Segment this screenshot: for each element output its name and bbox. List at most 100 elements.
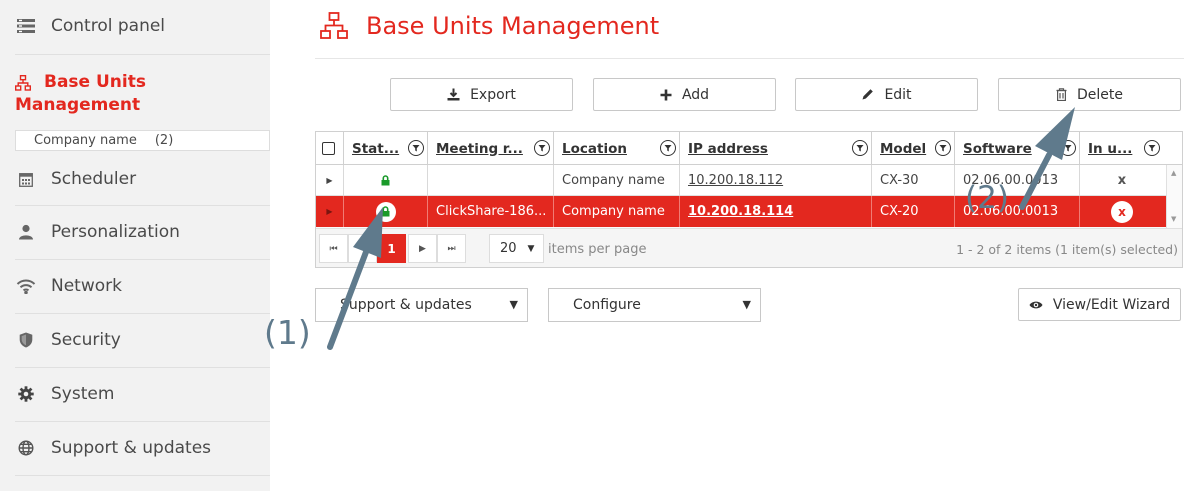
calendar-icon xyxy=(15,172,37,187)
column-header-location[interactable]: Location xyxy=(554,132,680,165)
table-row-selected[interactable]: ▶ ClickShare-186... Company name 10.200.… xyxy=(316,196,1182,227)
status-cell xyxy=(344,196,428,227)
title-divider xyxy=(315,58,1184,59)
row-expand[interactable]: ▶ xyxy=(316,196,344,227)
caret-right-icon: ▶ xyxy=(326,207,333,216)
column-title: Meeting r... xyxy=(436,140,523,157)
row-expand[interactable]: ▶ xyxy=(316,165,344,196)
sidebar-item-base-units[interactable]: Base Units Management xyxy=(15,71,265,117)
wizard-label: View/Edit Wizard xyxy=(1052,296,1171,313)
sidebar: Control panel Base Units Management Comp… xyxy=(0,0,270,491)
column-header-status[interactable]: Stat... xyxy=(344,132,428,165)
location-cell: Company name xyxy=(554,165,680,196)
meeting-room-cell xyxy=(428,165,554,196)
meeting-room-cell: ClickShare-186... xyxy=(428,196,554,227)
trash-icon xyxy=(1056,88,1067,101)
sidebar-item-personalization[interactable]: Personalization xyxy=(15,222,270,242)
edit-label: Edit xyxy=(884,86,912,103)
wifi-icon xyxy=(15,279,37,294)
page-size-value: 20 xyxy=(500,241,517,256)
delete-button[interactable]: Delete xyxy=(998,78,1181,111)
column-title: In u... xyxy=(1088,140,1133,157)
download-icon xyxy=(447,88,460,101)
gear-icon xyxy=(15,386,37,402)
per-page-label: items per page xyxy=(548,242,647,257)
grid-scrollbar[interactable]: ▲ ▼ xyxy=(1166,165,1182,228)
caret-right-icon: ▶ xyxy=(326,176,333,185)
model-cell: CX-20 xyxy=(872,196,955,227)
add-label: Add xyxy=(681,86,710,103)
close-icon: x xyxy=(1111,200,1133,223)
subitem-count: (2) xyxy=(154,133,174,148)
next-page-button[interactable]: ▶ xyxy=(408,234,437,263)
column-header-in-use[interactable]: In u... xyxy=(1080,132,1164,165)
sidebar-item-label: Network xyxy=(51,276,122,296)
in-use-cell: x xyxy=(1080,165,1164,196)
eye-icon xyxy=(1029,300,1043,310)
filter-icon[interactable] xyxy=(534,140,550,156)
sidebar-item-network[interactable]: Network xyxy=(15,276,270,296)
sidebar-item-label: System xyxy=(51,384,115,404)
plus-icon xyxy=(660,89,672,101)
filter-icon[interactable] xyxy=(935,140,951,156)
sidebar-item-label: Scheduler xyxy=(51,169,137,189)
support-updates-dropdown[interactable]: Support & updates ▼ xyxy=(315,288,528,322)
location-cell: Company name xyxy=(554,196,680,227)
select-all-checkbox[interactable] xyxy=(322,142,335,155)
sidebar-subitem-company[interactable]: Company name (2) xyxy=(15,130,270,151)
column-header-software[interactable]: Software xyxy=(955,132,1080,165)
network-tree-icon xyxy=(15,74,31,91)
delete-label: Delete xyxy=(1077,86,1123,103)
select-all-cell xyxy=(316,132,344,165)
column-header-ip-address[interactable]: IP address xyxy=(680,132,872,165)
sidebar-item-control-panel[interactable]: Control panel xyxy=(15,16,270,36)
prev-page-button[interactable]: ◀ xyxy=(348,234,377,263)
sidebar-item-system[interactable]: System xyxy=(15,384,270,404)
view-edit-wizard-button[interactable]: View/Edit Wizard xyxy=(1018,288,1181,321)
chevron-down-icon: ▼ xyxy=(527,243,535,254)
model-cell: CX-30 xyxy=(872,165,955,196)
in-use-cell: x xyxy=(1080,196,1164,227)
edit-button[interactable]: Edit xyxy=(795,78,978,111)
current-page-button[interactable]: 1 xyxy=(377,234,406,263)
table-row[interactable]: ▶ Company name 10.200.18.112 CX-30 02.06… xyxy=(316,165,1182,196)
filter-icon[interactable] xyxy=(1060,140,1076,156)
subitem-label: Company name xyxy=(34,133,137,148)
column-header-meeting-room[interactable]: Meeting r... xyxy=(428,132,554,165)
column-header-model[interactable]: Model xyxy=(872,132,955,165)
column-title: Stat... xyxy=(352,140,400,157)
scroll-down-icon[interactable]: ▼ xyxy=(1171,215,1176,223)
sidebar-item-label-line1: Base Units xyxy=(44,72,146,92)
ip-address-link[interactable]: 10.200.18.112 xyxy=(680,165,872,196)
annotation-label-1: (1) xyxy=(264,313,311,352)
filter-icon[interactable] xyxy=(852,140,868,156)
export-button[interactable]: Export xyxy=(390,78,573,111)
configure-dropdown[interactable]: Configure ▼ xyxy=(548,288,761,322)
lock-icon xyxy=(375,201,396,222)
sidebar-item-label: Support & updates xyxy=(51,438,212,458)
sidebar-item-security[interactable]: Security xyxy=(15,330,270,350)
ip-address-link[interactable]: 10.200.18.114 xyxy=(680,196,872,227)
pager-summary: 1 - 2 of 2 items (1 item(s) selected) xyxy=(956,242,1178,257)
chevron-down-icon: ▼ xyxy=(742,298,751,311)
page-size-select[interactable]: 20 ▼ xyxy=(489,234,544,263)
column-title: Location xyxy=(562,140,627,157)
sidebar-item-label: Control panel xyxy=(51,16,166,36)
sidebar-item-label-line2: Management xyxy=(15,95,141,115)
last-page-button[interactable]: ⏭ xyxy=(437,234,466,263)
sidebar-item-scheduler[interactable]: Scheduler xyxy=(15,169,270,189)
pencil-icon xyxy=(861,88,874,101)
filter-icon[interactable] xyxy=(408,140,424,156)
dropdown-label: Configure xyxy=(573,297,641,313)
scroll-up-icon[interactable]: ▲ xyxy=(1171,169,1176,177)
dropdown-label: Support & updates xyxy=(340,297,472,313)
sidebar-item-label: Security xyxy=(51,330,121,350)
first-page-button[interactable]: ⏮ xyxy=(319,234,348,263)
column-title: Model xyxy=(880,140,927,157)
add-button[interactable]: Add xyxy=(593,78,776,111)
status-cell xyxy=(344,165,428,196)
user-icon xyxy=(15,224,37,240)
filter-icon[interactable] xyxy=(660,140,676,156)
filter-icon[interactable] xyxy=(1144,140,1160,156)
sidebar-item-support[interactable]: Support & updates xyxy=(15,438,270,458)
